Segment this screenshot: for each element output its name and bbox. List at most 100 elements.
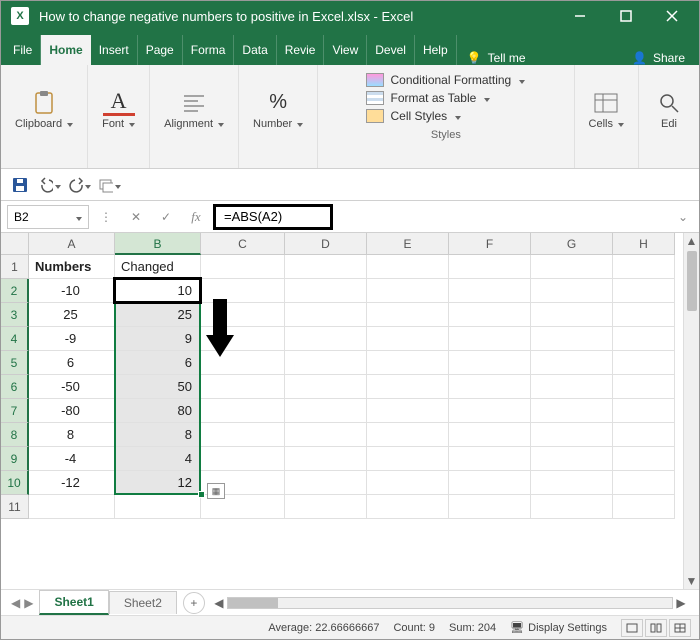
- sheet-tab-sheet1[interactable]: Sheet1: [39, 590, 108, 615]
- cell-d1[interactable]: [285, 255, 367, 279]
- cell[interactable]: [613, 375, 675, 399]
- cell[interactable]: [449, 471, 531, 495]
- cell-a9[interactable]: -4: [29, 447, 115, 471]
- cell-a10[interactable]: -12: [29, 471, 115, 495]
- format-as-table-button[interactable]: Format as Table: [366, 91, 525, 105]
- cell[interactable]: [531, 471, 613, 495]
- col-header-c[interactable]: C: [201, 233, 285, 255]
- tab-review[interactable]: Revie: [277, 35, 325, 65]
- cell[interactable]: [531, 279, 613, 303]
- tab-insert[interactable]: Insert: [91, 35, 138, 65]
- cell[interactable]: [367, 279, 449, 303]
- tab-developer[interactable]: Devel: [367, 35, 415, 65]
- cell-h1[interactable]: [613, 255, 675, 279]
- col-header-e[interactable]: E: [367, 233, 449, 255]
- row-header-7[interactable]: 7: [1, 399, 29, 423]
- cell-b9[interactable]: 4: [115, 447, 201, 471]
- cell-f1[interactable]: [449, 255, 531, 279]
- cell-c1[interactable]: [201, 255, 285, 279]
- scroll-left-button[interactable]: ◀: [211, 596, 227, 610]
- cell[interactable]: [285, 279, 367, 303]
- cell[interactable]: [613, 495, 675, 519]
- editing-button[interactable]: Edi: [647, 88, 691, 132]
- share-button[interactable]: 👤 Share: [622, 51, 695, 65]
- formula-bar-expand[interactable]: ⌄: [673, 210, 693, 224]
- normal-view-button[interactable]: [621, 619, 643, 637]
- scroll-thumb[interactable]: [687, 251, 697, 311]
- cell[interactable]: [285, 303, 367, 327]
- tab-data[interactable]: Data: [234, 35, 276, 65]
- cell[interactable]: [449, 351, 531, 375]
- tab-home[interactable]: Home: [41, 35, 90, 65]
- save-button[interactable]: [9, 174, 31, 196]
- number-button[interactable]: % Number: [247, 88, 309, 132]
- cell[interactable]: [285, 447, 367, 471]
- cell[interactable]: [449, 423, 531, 447]
- cell[interactable]: [367, 327, 449, 351]
- col-header-a[interactable]: A: [29, 233, 115, 255]
- hscroll-thumb[interactable]: [228, 598, 278, 608]
- cell[interactable]: [613, 303, 675, 327]
- cell-b1[interactable]: Changed: [115, 255, 201, 279]
- maximize-button[interactable]: [603, 1, 649, 31]
- cell[interactable]: [531, 447, 613, 471]
- cell[interactable]: [449, 447, 531, 471]
- cell-b10[interactable]: 12: [115, 471, 201, 495]
- spreadsheet-grid[interactable]: A B C D E F G H 1 Numbers Changed 2 -10 …: [1, 233, 683, 519]
- autofill-options-button[interactable]: ▦: [207, 483, 225, 499]
- col-header-f[interactable]: F: [449, 233, 531, 255]
- cell-a5[interactable]: 6: [29, 351, 115, 375]
- enter-formula-button[interactable]: ✓: [153, 205, 179, 229]
- cell-e1[interactable]: [367, 255, 449, 279]
- cell[interactable]: [201, 447, 285, 471]
- page-layout-view-button[interactable]: [645, 619, 667, 637]
- cell[interactable]: [449, 279, 531, 303]
- cell[interactable]: [449, 375, 531, 399]
- close-button[interactable]: [649, 1, 695, 31]
- cell[interactable]: [531, 351, 613, 375]
- sheet-nav-prev[interactable]: ◀: [11, 596, 20, 610]
- cell[interactable]: [367, 495, 449, 519]
- tab-view[interactable]: View: [324, 35, 367, 65]
- cell[interactable]: [285, 471, 367, 495]
- cell[interactable]: [613, 351, 675, 375]
- cell[interactable]: [531, 375, 613, 399]
- cell[interactable]: [613, 279, 675, 303]
- cell[interactable]: [449, 495, 531, 519]
- cell[interactable]: [531, 327, 613, 351]
- col-header-g[interactable]: G: [531, 233, 613, 255]
- redo-button[interactable]: [69, 174, 91, 196]
- row-header-5[interactable]: 5: [1, 351, 29, 375]
- horizontal-scrollbar[interactable]: ◀ ▶: [211, 596, 689, 610]
- cell[interactable]: [531, 495, 613, 519]
- cell[interactable]: [613, 471, 675, 495]
- cell[interactable]: [115, 495, 201, 519]
- cell[interactable]: [367, 375, 449, 399]
- cell[interactable]: [613, 327, 675, 351]
- clipboard-button[interactable]: Clipboard: [9, 88, 79, 132]
- cell[interactable]: [201, 375, 285, 399]
- cell[interactable]: [449, 303, 531, 327]
- cell-g1[interactable]: [531, 255, 613, 279]
- font-button[interactable]: A Font: [96, 88, 141, 132]
- cell-b3[interactable]: 25: [115, 303, 201, 327]
- cell-b7[interactable]: 80: [115, 399, 201, 423]
- page-break-view-button[interactable]: [669, 619, 691, 637]
- tab-help[interactable]: Help: [415, 35, 457, 65]
- cell[interactable]: [285, 327, 367, 351]
- row-header-8[interactable]: 8: [1, 423, 29, 447]
- row-header-2[interactable]: 2: [1, 279, 29, 303]
- row-header-3[interactable]: 3: [1, 303, 29, 327]
- cell[interactable]: [285, 375, 367, 399]
- tab-file[interactable]: File: [5, 35, 41, 65]
- cell[interactable]: [367, 303, 449, 327]
- scroll-up-button[interactable]: ▲: [686, 233, 698, 249]
- cell-a7[interactable]: -80: [29, 399, 115, 423]
- tab-formulas[interactable]: Forma: [183, 35, 235, 65]
- scroll-down-button[interactable]: ▼: [686, 573, 698, 589]
- alignment-button[interactable]: Alignment: [158, 88, 230, 132]
- cell[interactable]: [531, 399, 613, 423]
- undo-button[interactable]: [39, 174, 61, 196]
- cell-a8[interactable]: 8: [29, 423, 115, 447]
- cell[interactable]: [531, 303, 613, 327]
